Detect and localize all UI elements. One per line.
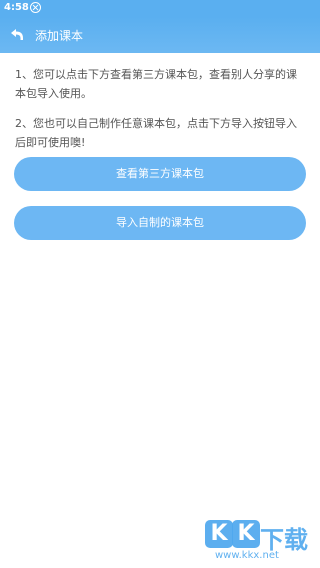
- watermark-url: www.kkx.net: [215, 550, 279, 561]
- status-time: 4:58: [4, 2, 29, 13]
- back-arrow-icon[interactable]: [8, 26, 26, 44]
- page-title: 添加课本: [35, 29, 84, 43]
- instruction-1: 1、您可以点击下方查看第三方课本包，查看别人分享的课本包导入使用。: [15, 68, 297, 100]
- status-bar: 4:58: [0, 0, 320, 17]
- watermark-logo-k2: K: [232, 520, 260, 548]
- view-third-party-books-button[interactable]: 查看第三方课本包: [14, 157, 306, 191]
- app-header: 添加课本: [0, 17, 320, 53]
- notification-close-icon: [30, 2, 41, 13]
- instructions: 1、您可以点击下方查看第三方课本包，查看别人分享的课本包导入使用。 2、您也可以…: [15, 66, 307, 164]
- import-own-books-button[interactable]: 导入自制的课本包: [14, 206, 306, 240]
- instruction-2: 2、您也可以自己制作任意课本包，点击下方导入按钮导入后即可使用噢!: [15, 117, 297, 149]
- watermark-logo-k1: K: [205, 520, 233, 548]
